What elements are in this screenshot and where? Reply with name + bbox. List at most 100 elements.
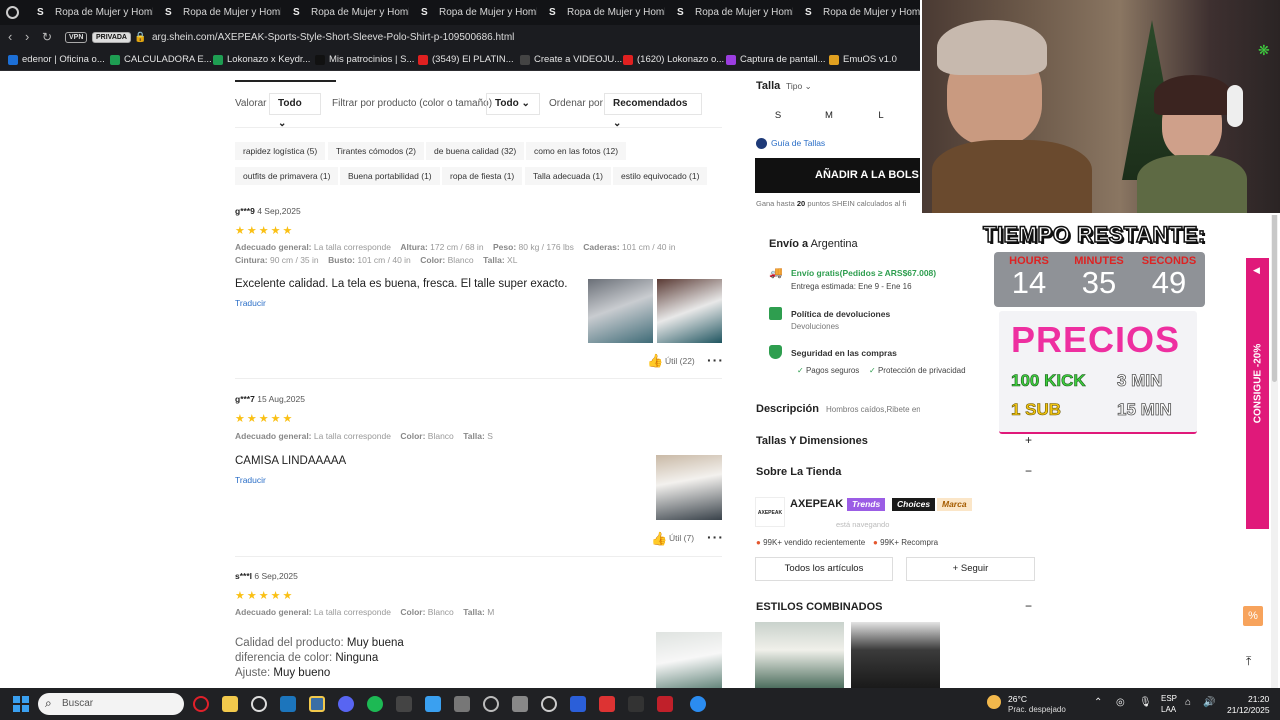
- bookmark-item[interactable]: edenor | Oficina o...: [8, 53, 105, 67]
- bookmark-item[interactable]: (3549) El PLATIN...: [418, 53, 514, 67]
- bookmark-item[interactable]: Captura de pantall...: [726, 53, 826, 67]
- review-tag[interactable]: Talla adecuada (1): [525, 167, 611, 185]
- size-option-m[interactable]: M: [806, 105, 852, 127]
- bookmark-item[interactable]: Mis patrocinios | S...: [315, 53, 414, 67]
- language-bottom[interactable]: LAA: [1161, 705, 1176, 714]
- network-icon[interactable]: ⌂: [1185, 697, 1191, 708]
- thumbs-up-icon[interactable]: 👍: [647, 353, 663, 369]
- more-options-icon[interactable]: ···: [707, 529, 724, 545]
- app-icon[interactable]: [541, 696, 557, 712]
- sizes-section[interactable]: Tallas Y Dimensiones: [756, 435, 868, 447]
- bookmark-item[interactable]: EmuOS v1.0: [829, 53, 897, 67]
- description-label[interactable]: Descripción: [756, 403, 819, 415]
- opera-gx-icon[interactable]: [193, 696, 209, 712]
- expand-icon[interactable]: +: [1025, 433, 1032, 447]
- size-option-s[interactable]: S: [755, 105, 801, 127]
- review-tag[interactable]: estilo equivocado (1): [613, 167, 708, 185]
- size-type-select[interactable]: Tipo ⌄: [786, 81, 812, 92]
- back-icon[interactable]: ‹: [8, 29, 12, 45]
- app-icon[interactable]: [628, 696, 644, 712]
- notepad-icon[interactable]: [425, 696, 441, 712]
- chrome-icon[interactable]: [251, 696, 267, 712]
- all-items-button[interactable]: Todos los artículos: [755, 557, 893, 581]
- app-icon[interactable]: [396, 696, 412, 712]
- ship-to[interactable]: Envío a Argentina: [769, 238, 858, 250]
- app-icon[interactable]: [454, 696, 470, 712]
- combined-style-image[interactable]: [851, 622, 940, 688]
- language-top[interactable]: ESP: [1161, 694, 1177, 703]
- review-tag[interactable]: ropa de fiesta (1): [442, 167, 523, 185]
- more-options-icon[interactable]: ···: [707, 352, 724, 368]
- arrow-left-icon[interactable]: ◀: [1253, 265, 1260, 276]
- collapse-icon[interactable]: −: [1025, 599, 1032, 613]
- bookmark-item[interactable]: Lokonazo x Keydr...: [213, 53, 310, 67]
- app-icon[interactable]: [690, 696, 706, 712]
- translate-link[interactable]: Traducir: [235, 475, 266, 485]
- vpn-badge[interactable]: VPN: [65, 32, 88, 43]
- clock-date[interactable]: 21/12/2025: [1227, 705, 1270, 715]
- review-photo[interactable]: [656, 455, 722, 520]
- review-photo[interactable]: [588, 279, 653, 343]
- browser-tab[interactable]: SRopa de Mujer y Hombre: [793, 0, 921, 25]
- browser-tab[interactable]: SRopa de Mujer y Hombre: [25, 0, 153, 25]
- add-to-bag-button[interactable]: AÑADIR A LA BOLS: [755, 158, 925, 193]
- back-to-top-icon[interactable]: ⤒: [1246, 654, 1251, 669]
- forward-icon[interactable]: ›: [25, 29, 29, 45]
- opera-logo-icon[interactable]: [6, 6, 19, 19]
- translate-link[interactable]: Traducir: [235, 298, 266, 308]
- app-icon[interactable]: [309, 696, 325, 712]
- bookmark-item[interactable]: CALCULADORA E...: [110, 53, 212, 67]
- browser-tab[interactable]: SRopa de Mujer y Hombre: [537, 0, 665, 25]
- review-tag[interactable]: outfits de primavera (1): [235, 167, 339, 185]
- useful-count[interactable]: Útil (22): [665, 356, 695, 366]
- combined-style-image[interactable]: [755, 622, 844, 688]
- browser-tab[interactable]: SRopa de Mujer y Hombre: [409, 0, 537, 25]
- review-photo[interactable]: [657, 279, 722, 343]
- discord-icon[interactable]: [338, 696, 354, 712]
- sort-select[interactable]: Recomendados ⌄: [604, 93, 702, 129]
- spotify-icon[interactable]: [367, 696, 383, 712]
- clock-time[interactable]: 21:20: [1248, 694, 1269, 704]
- discount-side-banner[interactable]: ◀ CONSIGUE -20%: [1246, 258, 1269, 529]
- follow-button[interactable]: + Seguir: [906, 557, 1035, 581]
- review-tag[interactable]: Buena portabilidad (1): [340, 167, 440, 185]
- store-section[interactable]: Sobre La Tienda: [756, 466, 841, 478]
- bookmark-item[interactable]: (1620) Lokonazo o...: [623, 53, 724, 67]
- bookmark-item[interactable]: Create a VIDEOJU...: [520, 53, 622, 67]
- tray-chevron-icon[interactable]: ⌃: [1094, 697, 1102, 708]
- useful-count[interactable]: Útil (7): [669, 533, 694, 543]
- weather-temp[interactable]: 26°C: [1008, 694, 1027, 704]
- app-icon[interactable]: [657, 696, 673, 712]
- browser-tab[interactable]: SRopa de Mujer y Hombre: [665, 0, 793, 25]
- review-tag[interactable]: como en las fotos (12): [526, 142, 627, 160]
- product-filter-select[interactable]: Todo ⌄: [486, 93, 540, 115]
- reload-icon[interactable]: ↻: [42, 29, 52, 45]
- weather-desc[interactable]: Prac. despejado: [1008, 705, 1066, 714]
- review-photo[interactable]: [656, 632, 722, 688]
- store-name[interactable]: AXEPEAK: [790, 498, 843, 510]
- review-tag[interactable]: rapidez logística (5): [235, 142, 326, 160]
- rating-filter-select[interactable]: Todo ⌄: [269, 93, 321, 129]
- browser-tab[interactable]: SRopa de Mujer y Hombre: [281, 0, 409, 25]
- weather-icon[interactable]: [987, 695, 1001, 709]
- review-tag[interactable]: Tirantes cómodos (2): [328, 142, 424, 160]
- size-guide-link[interactable]: Guía de Tallas: [771, 138, 825, 148]
- app-icon[interactable]: [512, 696, 528, 712]
- bitwarden-icon[interactable]: [570, 696, 586, 712]
- file-explorer-icon[interactable]: [222, 696, 238, 712]
- microphone-icon[interactable]: 🎙: [1139, 697, 1152, 708]
- obs-icon[interactable]: [483, 696, 499, 712]
- coupon-icon[interactable]: %: [1243, 606, 1263, 626]
- taskbar-search-box[interactable]: ⌕ Buscar: [38, 693, 184, 715]
- app-icon[interactable]: [599, 696, 615, 712]
- store-logo[interactable]: AXEPEAK: [755, 497, 785, 527]
- windows-start-icon[interactable]: [13, 696, 29, 712]
- collapse-icon[interactable]: −: [1025, 464, 1032, 478]
- browser-tab[interactable]: SRopa de Mujer y Hombre: [153, 0, 281, 25]
- returns-title[interactable]: Política de devoluciones: [791, 309, 890, 319]
- volume-icon[interactable]: 🔊: [1203, 697, 1215, 708]
- thumbs-up-icon[interactable]: 👍: [651, 531, 667, 547]
- url-field[interactable]: arg.shein.com/AXEPEAK-Sports-Style-Short…: [152, 31, 514, 44]
- steam-icon[interactable]: [280, 696, 296, 712]
- review-tag[interactable]: de buena calidad (32): [426, 142, 525, 160]
